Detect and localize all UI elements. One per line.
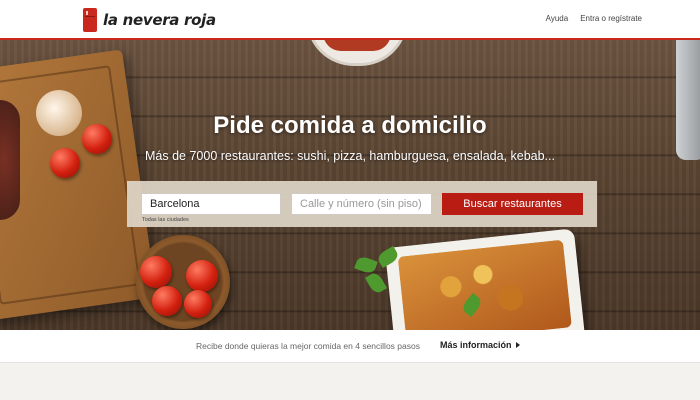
info-text: Recibe donde quieras la mejor comida en … <box>196 341 420 351</box>
top-header: la nevera roja Ayuda Entra o regístrate <box>0 0 700 40</box>
basil-leaf-image <box>364 270 388 296</box>
search-panel: Buscar restaurantes Todas las ciudades <box>127 181 597 227</box>
basil-leaf-image <box>354 255 378 275</box>
help-link[interactable]: Ayuda <box>546 14 569 23</box>
arrow-right-icon <box>515 342 520 348</box>
content-area <box>0 363 700 400</box>
tomato-image <box>184 290 212 318</box>
tomato-image <box>186 260 218 292</box>
login-register-link[interactable]: Entra o regístrate <box>580 14 642 23</box>
logo-text: la nevera roja <box>103 11 216 29</box>
plate-image <box>306 40 408 66</box>
tomato-image <box>152 286 182 316</box>
hero-title: Pide comida a domicilio <box>213 112 487 139</box>
tomato-image <box>140 256 172 288</box>
logo[interactable]: la nevera roja <box>83 7 216 33</box>
more-info-link[interactable]: Más información <box>440 340 520 350</box>
header-nav: Ayuda Entra o regístrate <box>546 14 642 23</box>
more-info-label: Más información <box>440 340 512 350</box>
fridge-logo-icon <box>83 8 97 32</box>
hero-subtitle: Más de 7000 restaurantes: sushi, pizza, … <box>145 149 555 163</box>
city-input[interactable] <box>141 193 281 215</box>
street-input[interactable] <box>291 193 432 215</box>
search-restaurants-button[interactable]: Buscar restaurantes <box>442 193 583 215</box>
lasagna-dish-image <box>384 228 586 330</box>
info-strip: Recibe donde quieras la mejor comida en … <box>0 330 700 363</box>
hero-section: Pide comida a domicilio Más de 7000 rest… <box>0 40 700 330</box>
all-cities-link[interactable]: Todas las ciudades <box>142 217 189 223</box>
utensil-image <box>676 40 700 160</box>
